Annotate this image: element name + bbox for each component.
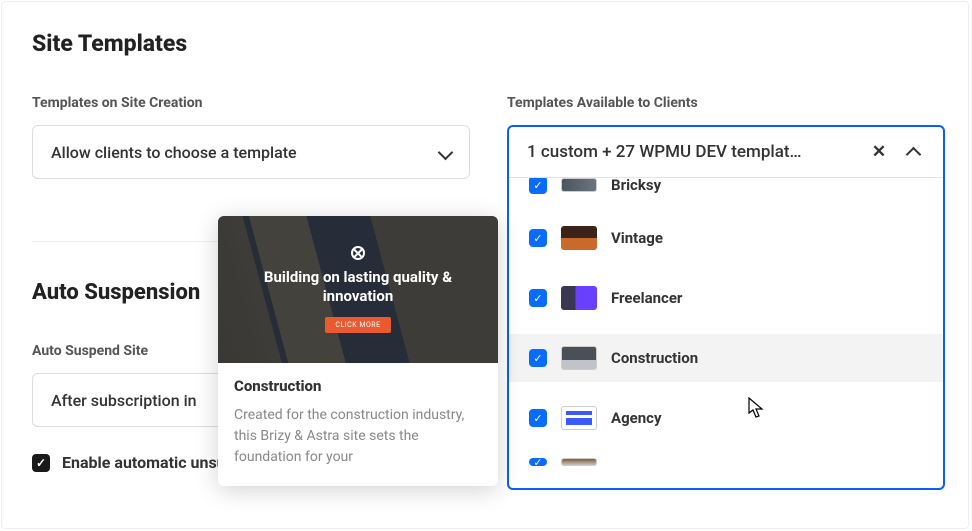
chevron-up-icon[interactable] xyxy=(901,140,925,164)
checkbox-checked-icon[interactable]: ✓ xyxy=(529,289,547,307)
templates-creation-value: Allow clients to choose a template xyxy=(51,143,297,162)
checkbox-checked-icon[interactable]: ✓ xyxy=(529,178,547,194)
preview-description: Created for the construction industry, t… xyxy=(234,405,482,468)
template-option-label: Vintage xyxy=(611,229,663,247)
template-option-label: Freelancer xyxy=(611,289,682,307)
page-title: Site Templates xyxy=(32,30,938,57)
combobox-open: 1 custom + 27 WPMU DEV templat… ✓ Bricksy… xyxy=(507,125,945,490)
template-thumbnail xyxy=(561,226,597,250)
template-option-bricksy[interactable]: ✓ Bricksy xyxy=(509,178,943,202)
template-thumbnail xyxy=(561,458,597,466)
template-option-agency[interactable]: ✓ Agency xyxy=(509,394,943,442)
template-option-vintage[interactable]: ✓ Vintage xyxy=(509,214,943,262)
template-option-freelancer[interactable]: ✓ Freelancer xyxy=(509,274,943,322)
template-thumbnail xyxy=(561,406,597,430)
templates-creation-label: Templates on Site Creation xyxy=(32,95,463,111)
preview-title: Construction xyxy=(234,377,482,395)
template-option-construction[interactable]: ✓ Construction xyxy=(509,334,943,382)
template-thumbnail xyxy=(561,286,597,310)
checkbox-checked-icon[interactable]: ✓ xyxy=(529,349,547,367)
template-preview-tooltip: Building on lasting quality & innovation… xyxy=(218,216,498,486)
checkbox-checked-icon[interactable]: ✓ xyxy=(32,454,50,472)
preview-slogan: Building on lasting quality & innovation xyxy=(218,268,498,306)
template-option-label: Agency xyxy=(611,409,662,427)
templates-creation-select[interactable]: Allow clients to choose a template xyxy=(32,125,470,179)
preview-cta: CLICK MORE xyxy=(325,317,390,333)
preview-hero-image: Building on lasting quality & innovation… xyxy=(218,216,498,363)
template-thumbnail xyxy=(561,178,597,192)
templates-available-combobox[interactable]: 1 custom + 27 WPMU DEV templat… ✓ Bricksy… xyxy=(507,125,945,490)
chevron-down-icon xyxy=(440,143,451,162)
template-thumbnail xyxy=(561,346,597,370)
preview-body: Construction Created for the constructio… xyxy=(218,363,498,486)
template-option-label: Bricksy xyxy=(611,178,661,194)
circle-x-icon xyxy=(351,246,365,260)
combobox-header[interactable]: 1 custom + 27 WPMU DEV templat… xyxy=(509,127,943,178)
template-option-label: Construction xyxy=(611,349,698,367)
checkbox-checked-icon[interactable]: ✓ xyxy=(529,409,547,427)
templates-available-label: Templates Available to Clients xyxy=(507,95,938,111)
combobox-summary: 1 custom + 27 WPMU DEV templat… xyxy=(527,142,857,162)
auto-suspend-value: After subscription in xyxy=(51,391,197,410)
checkbox-checked-icon[interactable]: ✓ xyxy=(529,229,547,247)
checkbox-checked-icon[interactable]: ✓ xyxy=(529,458,547,466)
clear-icon[interactable] xyxy=(867,140,891,164)
right-column: Templates Available to Clients 1 custom … xyxy=(507,95,938,490)
combobox-list[interactable]: ✓ Bricksy ✓ Vintage ✓ Freelancer ✓ Construction… xyxy=(509,178,943,488)
template-option-partial[interactable]: ✓ xyxy=(509,442,943,466)
